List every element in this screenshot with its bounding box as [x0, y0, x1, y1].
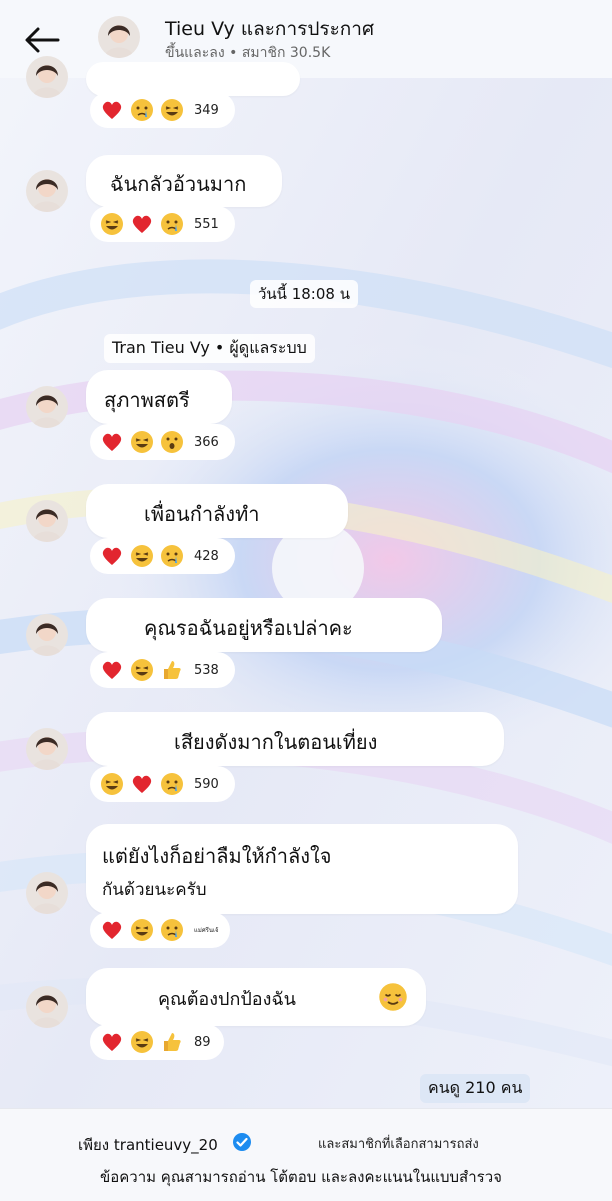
- avatar[interactable]: [26, 386, 68, 428]
- channel-subtitle: ขึ้นและลง • สมาชิก 30.5K: [165, 45, 331, 61]
- avatar[interactable]: [98, 16, 140, 58]
- laughing-face-icon[interactable]: [130, 918, 154, 942]
- crying-face-icon[interactable]: [160, 772, 184, 796]
- avatar[interactable]: [26, 500, 68, 542]
- thumbs-up-icon[interactable]: [160, 658, 184, 682]
- verified-badge-icon: [233, 1133, 251, 1151]
- avatar[interactable]: [26, 872, 68, 914]
- heart-icon[interactable]: [100, 544, 124, 568]
- heart-icon[interactable]: [130, 212, 154, 236]
- reaction-count: 349: [194, 102, 219, 118]
- laughing-face-icon[interactable]: [130, 658, 154, 682]
- sender-name[interactable]: Tran Tieu Vy • ผู้ดูแลระบบ: [104, 334, 315, 363]
- message-text: เสียงดังมากในตอนเที่ยง: [174, 730, 378, 754]
- reaction-count: 590: [194, 776, 219, 792]
- message-text: ฉันกลัวอ้วนมาก: [110, 172, 247, 196]
- reaction-bar[interactable]: 89: [90, 1024, 224, 1060]
- reaction-bar[interactable]: แม่ศรีนเจ้: [90, 912, 230, 948]
- laughing-face-icon[interactable]: [130, 544, 154, 568]
- message-text-line2: กันด้วยนะครับ: [102, 880, 207, 900]
- laughing-face-icon[interactable]: [100, 212, 124, 236]
- heart-icon[interactable]: [100, 918, 124, 942]
- footer-user[interactable]: เพียง trantieuvy_20: [78, 1133, 218, 1157]
- reaction-count: 366: [194, 434, 219, 450]
- reaction-bar[interactable]: 349: [90, 92, 235, 128]
- message-bubble[interactable]: คุณต้องปกป้องฉัน: [86, 968, 426, 1026]
- crying-face-icon[interactable]: [160, 544, 184, 568]
- laughing-face-icon[interactable]: [100, 772, 124, 796]
- heart-icon[interactable]: [100, 98, 124, 122]
- reaction-count: 428: [194, 548, 219, 564]
- message-bubble[interactable]: แต่ยังไงก็อย่าลืมให้กำลังใจ กันด้วยนะครั…: [86, 824, 518, 914]
- footer-text: และสมาชิกที่เลือกสามารถส่ง: [318, 1137, 479, 1152]
- heart-icon[interactable]: [100, 1030, 124, 1054]
- reaction-count: แม่ศรีนเจ้: [194, 927, 219, 934]
- surprised-face-icon[interactable]: [160, 430, 184, 454]
- avatar[interactable]: [26, 56, 68, 98]
- heart-icon[interactable]: [130, 772, 154, 796]
- viewer-count[interactable]: คนดู 210 คน: [420, 1074, 531, 1103]
- footer-text-line2: ข้อความ คุณสามารถอ่าน โต้ตอบ และลงคะแนนใ…: [100, 1168, 502, 1186]
- avatar[interactable]: [26, 614, 68, 656]
- message-bubble[interactable]: เสียงดังมากในตอนเที่ยง: [86, 712, 504, 766]
- message-text: สุภาพสตรี: [104, 388, 190, 412]
- reaction-bar[interactable]: 590: [90, 766, 235, 802]
- crying-face-icon[interactable]: [160, 212, 184, 236]
- reaction-count: 551: [194, 216, 219, 232]
- heart-icon[interactable]: [100, 658, 124, 682]
- reaction-bar[interactable]: 538: [90, 652, 235, 688]
- message-text: เพื่อนกำลังทำ: [144, 502, 260, 526]
- relieved-face-icon: [379, 983, 407, 1011]
- avatar[interactable]: [26, 986, 68, 1028]
- crying-face-icon[interactable]: [160, 918, 184, 942]
- date-separator: วันนี้ 18:08 น: [250, 280, 358, 308]
- avatar[interactable]: [26, 728, 68, 770]
- crying-face-icon[interactable]: [130, 98, 154, 122]
- message-bubble[interactable]: คุณรอฉันอยู่หรือเปล่าคะ: [86, 598, 442, 652]
- heart-icon[interactable]: [100, 430, 124, 454]
- reaction-count: 538: [194, 662, 219, 678]
- message-text: แต่ยังไงก็อย่าลืมให้กำลังใจ: [102, 844, 332, 868]
- message-bubble[interactable]: [86, 62, 300, 96]
- laughing-face-icon[interactable]: [160, 98, 184, 122]
- thumbs-up-icon[interactable]: [160, 1030, 184, 1054]
- message-bubble[interactable]: ฉันกลัวอ้วนมาก: [86, 155, 282, 207]
- reaction-bar[interactable]: 366: [90, 424, 235, 460]
- reaction-bar[interactable]: 428: [90, 538, 235, 574]
- message-bubble[interactable]: เพื่อนกำลังทำ: [86, 484, 348, 538]
- reaction-bar[interactable]: 551: [90, 206, 235, 242]
- laughing-face-icon[interactable]: [130, 1030, 154, 1054]
- footer-notice: เพียง trantieuvy_20 และสมาชิกที่เลือกสาม…: [0, 1108, 612, 1201]
- avatar[interactable]: [26, 170, 68, 212]
- channel-title[interactable]: Tieu Vy และการประกาศ: [165, 14, 374, 44]
- message-bubble[interactable]: สุภาพสตรี: [86, 370, 232, 424]
- laughing-face-icon[interactable]: [130, 430, 154, 454]
- message-text: คุณต้องปกป้องฉัน: [158, 989, 296, 1010]
- message-text: คุณรอฉันอยู่หรือเปล่าคะ: [144, 616, 353, 640]
- reaction-count: 89: [194, 1034, 211, 1050]
- back-arrow-icon[interactable]: [24, 26, 60, 54]
